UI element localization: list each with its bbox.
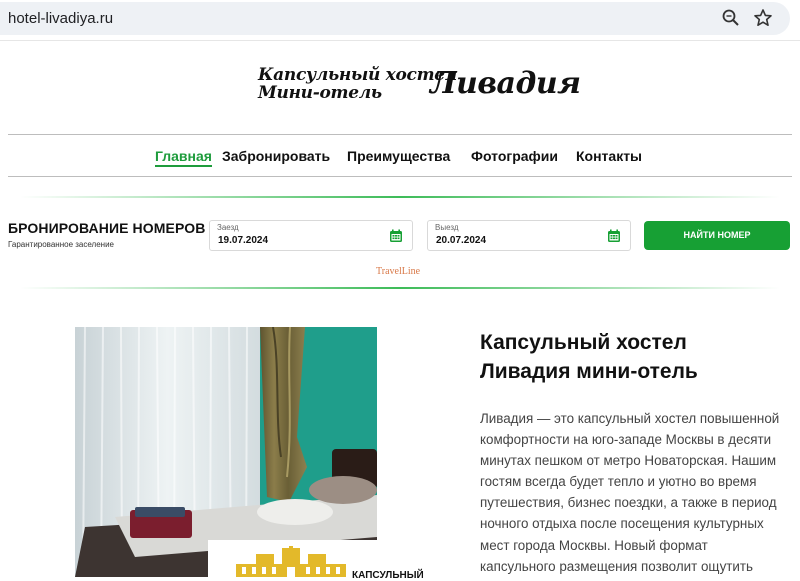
nav-item-booking[interactable]: Забронировать (222, 148, 330, 164)
booking-subtitle: Гарантированное заселение (8, 240, 114, 249)
travelline-link[interactable]: TravelLine (376, 266, 420, 277)
booking-top-divider (20, 196, 780, 198)
booking-title: БРОНИРОВАНИЕ НОМЕРОВ (8, 220, 206, 236)
zoom-icon[interactable] (721, 8, 741, 28)
checkin-label: Заезд (217, 223, 239, 232)
nav-item-advantages[interactable]: Преимущества (347, 148, 450, 164)
browser-toolbar: hotel-livadiya.ru (0, 0, 800, 41)
building-logo-icon (236, 546, 346, 577)
site-logo[interactable]: Капсульный хостел Мини-отель Ливадия (258, 62, 581, 112)
booking-bottom-divider (20, 287, 780, 289)
calendar-icon[interactable] (607, 229, 621, 243)
nav-item-photos[interactable]: Фотографии (471, 148, 558, 164)
url-text[interactable]: hotel-livadiya.ru (8, 10, 113, 27)
intro-paragraph: Ливадия — это капсульный хостел повышенн… (480, 411, 780, 574)
checkin-value[interactable]: 19.07.2024 (218, 235, 268, 246)
find-room-button[interactable]: НАЙТИ НОМЕР (644, 221, 790, 250)
main-nav: Главная Забронировать Преимущества Фотог… (0, 148, 800, 168)
calendar-icon[interactable] (389, 229, 403, 243)
checkout-label: Выезд (435, 223, 459, 232)
logo-subtitle: Капсульный хостел Мини-отель (258, 66, 457, 102)
logo-line-1: Капсульный хостел (258, 65, 457, 85)
address-bar[interactable]: hotel-livadiya.ru (0, 2, 790, 35)
checkout-field[interactable]: Выезд 20.07.2024 (427, 220, 631, 251)
checkout-value[interactable]: 20.07.2024 (436, 235, 486, 246)
nav-item-contacts[interactable]: Контакты (576, 148, 642, 164)
page-title: Капсульный хостел Ливадия мини-отель (480, 331, 698, 383)
header-divider (8, 134, 792, 135)
checkin-field[interactable]: Заезд 19.07.2024 (209, 220, 413, 251)
star-icon[interactable] (753, 8, 773, 28)
logo-name: Ливадия (430, 66, 581, 101)
badge-caption: КАПСУЛЬНЫЙ (352, 570, 424, 581)
logo-line-2: Мини-отель (258, 83, 382, 103)
nav-item-home[interactable]: Главная (155, 148, 212, 167)
hostel-badge: КАПСУЛЬНЫЙ (208, 540, 436, 581)
nav-divider (8, 176, 792, 177)
